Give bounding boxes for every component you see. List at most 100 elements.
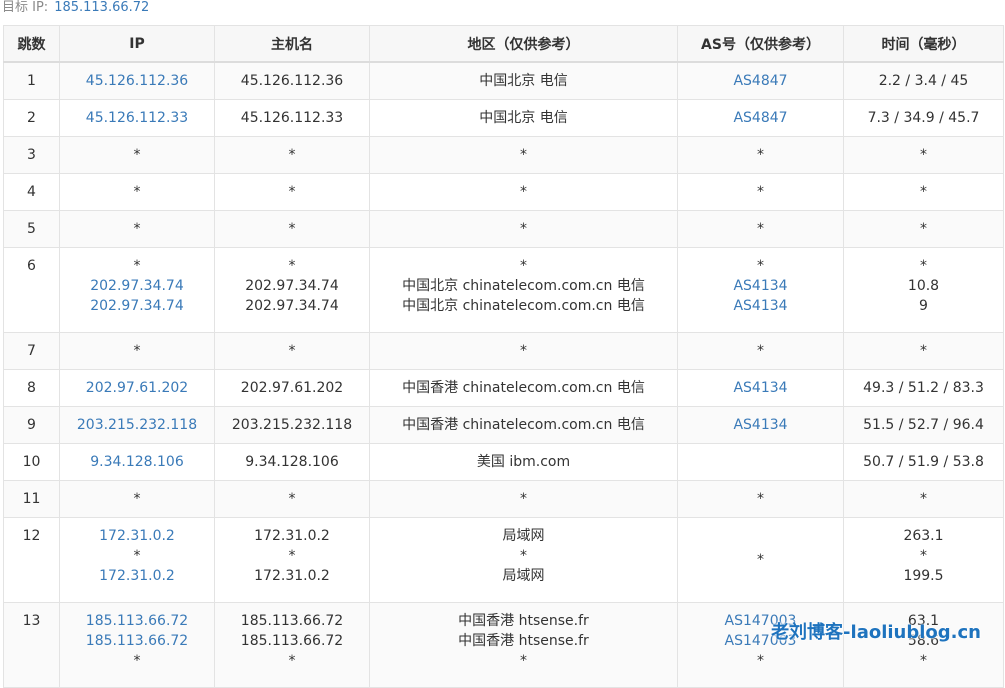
region-text: * [520,258,527,274]
as-cell: * [677,480,844,518]
time-text: * [920,147,927,163]
ip-link[interactable]: 9.34.128.106 [60,444,214,480]
hostname-text: 172.31.0.2 [254,568,330,584]
hostname-text: 172.31.0.2 [254,528,330,544]
table-body: 1 45.126.112.36 45.126.112.36 中国北京 电信 AS4847… [3,61,1004,688]
as-text: * [757,147,764,163]
region-cell: * [369,332,678,370]
time-text: * [920,184,927,200]
region-text: * [520,147,527,163]
as-link[interactable]: AS4134 [678,296,843,316]
as-text: * [757,343,764,359]
hostname-cell: 203.215.232.118 [214,406,370,444]
ip-link[interactable]: 203.215.232.118 [60,407,214,443]
ip-cell: 45.126.112.36 [59,61,215,100]
ip-link[interactable]: 185.113.66.72 [60,631,214,651]
time-cell: 49.3 / 51.2 / 83.3 [843,369,1004,407]
table-row: 1 45.126.112.36 45.126.112.36 中国北京 电信 AS4847… [3,61,1004,100]
as-text: * [757,653,764,669]
hostname-text: 185.113.66.72 [240,613,344,629]
table-row: 2 45.126.112.33 45.126.112.33 中国北京 电信 AS4847… [3,99,1004,137]
hop-number: 3 [27,147,36,163]
time-text: * [920,653,927,669]
time-text: * [920,343,927,359]
hop-number: 6 [27,258,36,274]
region-text: * [520,491,527,507]
as-link[interactable]: AS4847 [678,63,843,99]
region-cell: * [369,173,678,211]
hostname-cell: * [214,210,370,248]
region-text: 中国香港 htsense.fr [458,633,589,649]
time-text: * [920,221,927,237]
ip-link[interactable]: 172.31.0.2 [60,566,214,586]
header-as: AS号（仅供参考） [677,25,844,63]
ip-link[interactable]: 45.126.112.36 [60,63,214,99]
time-text: 7.3 / 34.9 / 45.7 [867,110,980,126]
time-text: * [920,258,927,274]
as-cell: * [677,332,844,370]
as-text: * [757,221,764,237]
header-region: 地区（仅供参考） [369,25,678,63]
as-cell: * [677,173,844,211]
region-cell: 美国 ibm.com [369,443,678,481]
hop-cell: 12 [3,517,60,603]
hop-cell: 5 [3,210,60,248]
ip-cell: 203.215.232.118 [59,406,215,444]
hostname-cell: * [214,136,370,174]
table-row: 9 203.215.232.118 203.215.232.118 中国香港 chin… [3,406,1004,444]
hop-number: 11 [22,491,41,507]
as-cell: * AS4134 AS4134 [677,247,844,333]
ip-link[interactable]: 202.97.61.202 [60,370,214,406]
table-row: 6 * 202.97.34.74 202.97.34.74 * 202.97.34.74 2… [3,247,1004,333]
hop-number: 10 [22,454,41,470]
time-cell: * [843,210,1004,248]
hop-number: 2 [27,110,36,126]
ip-cell: * 202.97.34.74 202.97.34.74 [59,247,215,333]
time-text: 50.7 / 51.9 / 53.8 [863,454,984,470]
time-text: 263.1 [903,528,944,544]
hop-number: 13 [22,613,41,629]
time-cell: 50.7 / 51.9 / 53.8 [843,443,1004,481]
as-cell: * [677,136,844,174]
ip-text: * [133,258,141,274]
hostname-text: * [288,258,296,274]
hostname-cell: 185.113.66.72 185.113.66.72 * [214,602,370,688]
hostname-text: 202.97.34.74 [245,278,339,294]
table-row: 8 202.97.61.202 202.97.61.202 中国香港 chinatel… [3,369,1004,407]
ip-text: * [133,653,141,669]
as-link[interactable]: AS4847 [678,100,843,136]
target-ip-value: 185.113.66.72 [54,0,150,15]
time-cell: * [843,332,1004,370]
ip-link[interactable]: 185.113.66.72 [60,611,214,631]
hostname-text: * [288,491,296,507]
table-row: 3 * * * * * [3,136,1004,174]
time-text: 9 [919,298,928,314]
as-link[interactable]: AS4134 [678,407,843,443]
time-text: 199.5 [903,568,944,584]
hostname-cell: * [214,332,370,370]
hop-cell: 8 [3,369,60,407]
as-link[interactable]: AS4134 [678,370,843,406]
time-cell: * [843,173,1004,211]
time-cell: * [843,480,1004,518]
table-row: 11 * * * * * [3,480,1004,518]
ip-link[interactable]: 45.126.112.33 [60,100,214,136]
ip-link[interactable]: 202.97.34.74 [60,276,214,296]
as-link[interactable]: AS4134 [678,276,843,296]
as-text: * [757,258,764,274]
time-text: 2.2 / 3.4 / 45 [878,73,969,89]
ip-link[interactable]: 202.97.34.74 [60,296,214,316]
ip-link[interactable]: 172.31.0.2 [60,526,214,546]
region-cell: 局域网 * 局域网 [369,517,678,603]
time-cell: 7.3 / 34.9 / 45.7 [843,99,1004,137]
watermark: 老刘博客-laoliublog.cn [771,622,981,643]
hostname-text: 203.215.232.118 [231,417,353,433]
hostname-text: 45.126.112.33 [240,110,344,126]
hostname-text: 9.34.128.106 [245,454,339,470]
hostname-text: * [288,221,296,237]
region-cell: 中国北京 电信 [369,61,678,100]
hop-cell: 7 [3,332,60,370]
region-cell: 中国香港 chinatelecom.com.cn 电信 [369,406,678,444]
ip-cell: * [59,173,215,211]
header-hop: 跳数 [3,25,60,63]
